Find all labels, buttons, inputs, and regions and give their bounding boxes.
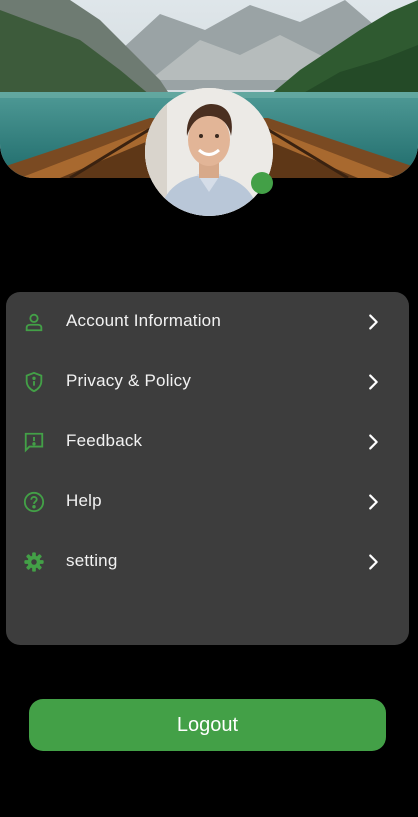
menu-item-label: Help [66, 491, 102, 510]
chevron-right-icon [362, 371, 384, 393]
shield-info-icon [22, 370, 46, 394]
avatar [145, 88, 273, 216]
menu-item-help[interactable]: Help [6, 472, 409, 532]
gear-icon [22, 550, 46, 574]
feedback-icon [22, 430, 46, 454]
chevron-right-icon [362, 491, 384, 513]
chevron-right-icon [362, 311, 384, 333]
menu-item-label: Account Information [66, 311, 221, 330]
chevron-right-icon [362, 551, 384, 573]
menu-item-label: Privacy & Policy [66, 371, 192, 390]
menu-item-setting[interactable]: setting [6, 532, 409, 592]
settings-menu-card: Account Information Privacy & Policy Fee… [6, 292, 409, 645]
profile-avatar[interactable] [145, 88, 273, 216]
menu-item-privacy-policy[interactable]: Privacy & Policy [6, 352, 409, 412]
chevron-right-icon [362, 431, 384, 453]
online-status-dot [251, 172, 273, 194]
menu-item-feedback[interactable]: Feedback [6, 412, 409, 472]
logout-button[interactable]: Logout [29, 699, 386, 751]
menu-item-account-information[interactable]: Account Information [6, 292, 409, 352]
menu-item-label: setting [66, 551, 118, 570]
menu-item-label: Feedback [66, 431, 143, 450]
person-icon [22, 310, 46, 334]
help-icon [22, 490, 46, 514]
